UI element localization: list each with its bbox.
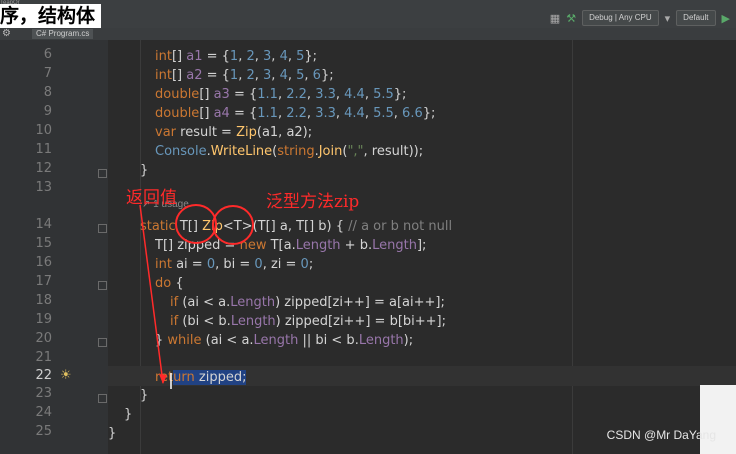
circle-method-name: [212, 205, 254, 245]
annotation-overlay: [139, 204, 254, 389]
arrow-line: [139, 204, 164, 384]
side-panel-edge: [700, 385, 736, 454]
arrow-head: [159, 374, 167, 384]
watermark: CSDN @Mr DaYang: [606, 428, 716, 442]
circle-return-type: [175, 204, 217, 244]
